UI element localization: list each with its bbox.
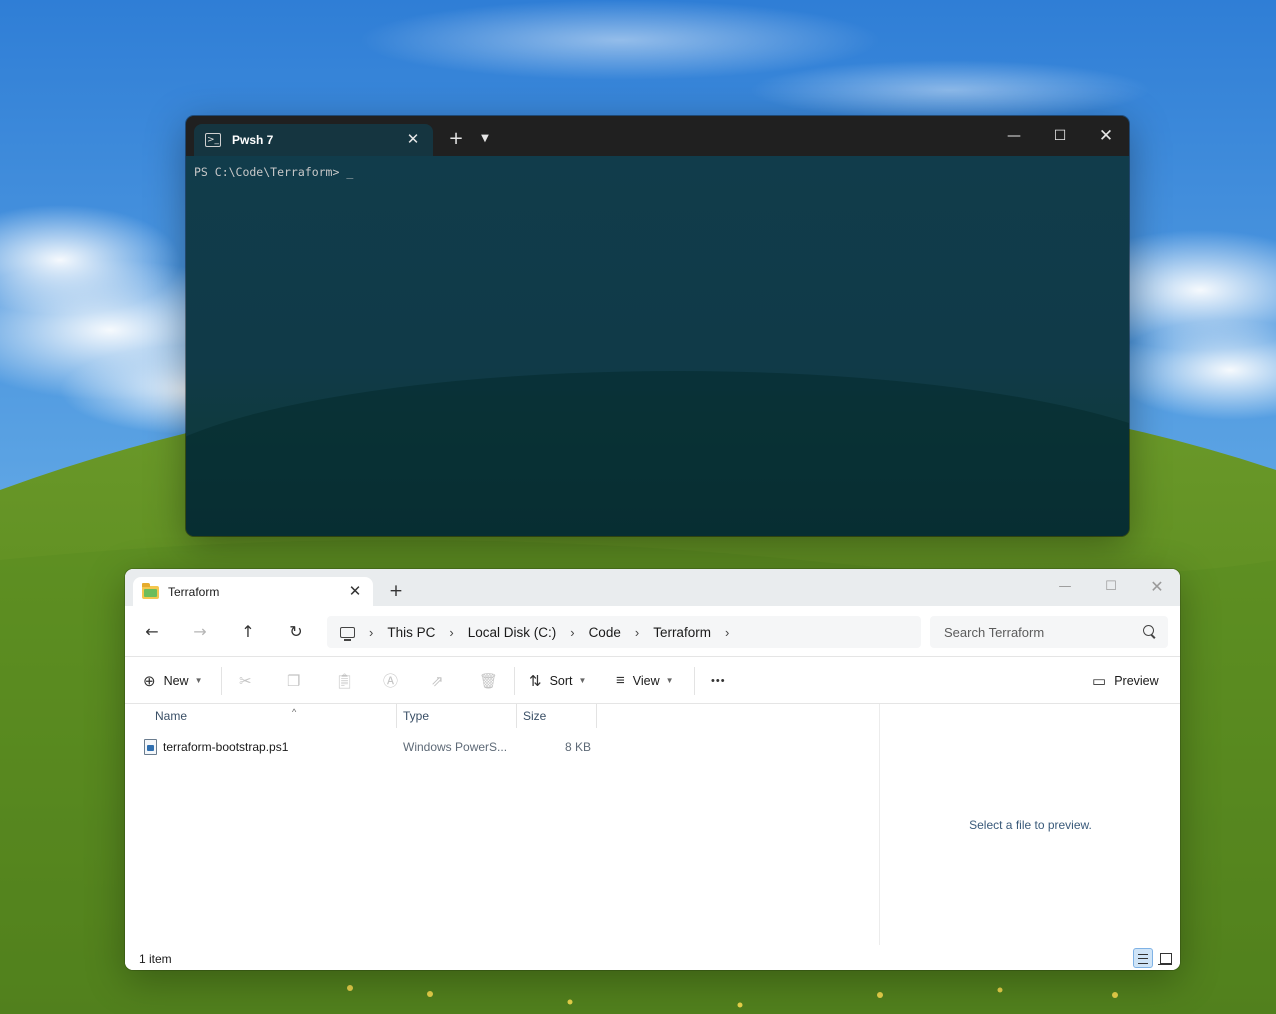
file-list-area[interactable]: Name ^ Type Size terraform-bootstrap.ps1… (125, 704, 1180, 945)
sort-ascending-icon: ^ (292, 707, 297, 717)
explorer-tab-title: Terraform (168, 585, 220, 599)
chevron-right-icon[interactable]: › (635, 625, 639, 640)
refresh-button[interactable]: ↻ (282, 618, 310, 646)
file-row[interactable]: terraform-bootstrap.ps1 Windows PowerS..… (139, 737, 599, 757)
column-type-label: Type (403, 709, 430, 723)
search-input[interactable]: Search Terraform (930, 616, 1168, 648)
preview-message: Select a file to preview. (969, 818, 1092, 832)
preview-button[interactable]: ▭ Preview (1092, 657, 1159, 704)
computer-icon[interactable] (340, 626, 355, 641)
terminal-window: >_ Pwsh 7 ✕ + ▼ — ☐ ✕ PS C:\Code\Terrafo… (186, 116, 1129, 536)
share-button[interactable]: ⇗ (431, 657, 444, 704)
preview-pane-icon: ▭ (1092, 672, 1107, 690)
terminal-tab-title: Pwsh 7 (232, 133, 274, 147)
new-label: New (163, 673, 189, 688)
breadcrumb-local-disk[interactable]: Local Disk (C:) (468, 625, 557, 640)
delete-button[interactable]: 🗑︎ (479, 657, 498, 704)
cut-button[interactable]: ✂ (239, 657, 252, 704)
more-icon: ••• (711, 674, 726, 687)
minimize-button[interactable]: — (994, 122, 1034, 150)
view-label: View (632, 673, 660, 688)
explorer-tab[interactable]: Terraform ✕ (133, 577, 373, 607)
chevron-down-icon: ▼ (578, 676, 587, 685)
copy-icon: ❐ (287, 672, 301, 690)
file-name: terraform-bootstrap.ps1 (163, 740, 289, 754)
plus-circle-icon: ⊕ (143, 672, 156, 690)
terminal-prompt: PS C:\Code\Terraform> _ (194, 165, 354, 179)
file-explorer-window: Terraform ✕ + — ☐ ✕ ← → ↑ ↻ › This PC › … (125, 569, 1180, 970)
chevron-right-icon[interactable]: › (449, 625, 453, 640)
chevron-down-icon[interactable]: ▼ (475, 128, 495, 150)
forward-button[interactable]: → (186, 618, 214, 646)
command-bar: ⊕ New ▼ ✂ ❐ 📋︎ Ⓐ ⇗ 🗑︎ ⇅ Sort ▼ ≡ View ▼ … (125, 656, 1180, 704)
share-icon: ⇗ (431, 672, 444, 690)
item-count: 1 item (139, 952, 172, 966)
view-button[interactable]: ≡ View ▼ (616, 657, 674, 704)
maximize-button[interactable]: ☐ (1040, 122, 1080, 150)
toolbar-divider (221, 667, 222, 695)
sort-label: Sort (549, 673, 573, 688)
new-tab-button[interactable]: + (385, 580, 407, 602)
explorer-titlebar[interactable]: Terraform ✕ + — ☐ ✕ (125, 569, 1180, 607)
folder-icon (142, 582, 159, 599)
breadcrumb[interactable]: › This PC › Local Disk (C:) › Code › Ter… (327, 616, 921, 648)
maximize-button[interactable]: ☐ (1091, 573, 1131, 601)
status-bar: 1 item (125, 945, 1180, 970)
paste-icon: 📋︎ (335, 672, 355, 690)
close-tab-icon[interactable]: ✕ (405, 131, 421, 147)
background-shade (186, 371, 1129, 536)
paste-button[interactable]: 📋︎ (335, 657, 354, 704)
back-button[interactable]: ← (138, 618, 166, 646)
breadcrumb-this-pc[interactable]: This PC (387, 625, 435, 640)
file-size: 8 KB (565, 740, 592, 754)
preview-pane: Select a file to preview. (879, 704, 1180, 945)
preview-label: Preview (1114, 673, 1159, 688)
minimize-button[interactable]: — (1045, 573, 1085, 601)
trash-icon: 🗑︎ (479, 672, 499, 690)
close-button[interactable]: ✕ (1137, 573, 1177, 601)
toolbar-divider (514, 667, 515, 695)
address-bar: ← → ↑ ↻ › This PC › Local Disk (C:) › Co… (125, 606, 1180, 656)
new-button[interactable]: ⊕ New ▼ (143, 657, 203, 704)
close-tab-icon[interactable]: ✕ (347, 583, 363, 599)
breadcrumb-terraform[interactable]: Terraform (653, 625, 711, 640)
close-button[interactable]: ✕ (1086, 122, 1126, 150)
terminal-console[interactable]: PS C:\Code\Terraform> _ (186, 156, 1129, 536)
chevron-down-icon: ▼ (665, 676, 674, 685)
details-view-icon[interactable] (1133, 948, 1153, 968)
terminal-titlebar[interactable]: >_ Pwsh 7 ✕ + ▼ — ☐ ✕ (186, 116, 1129, 156)
copy-button[interactable]: ❐ (287, 657, 300, 704)
tiles-view-icon[interactable] (1155, 948, 1175, 968)
breadcrumb-code[interactable]: Code (589, 625, 621, 640)
cut-icon: ✂ (239, 672, 252, 690)
search-placeholder: Search Terraform (944, 624, 1045, 640)
column-header-type[interactable]: Type (397, 704, 517, 728)
new-tab-button[interactable]: + (445, 128, 467, 150)
powershell-icon: >_ (205, 133, 221, 147)
chevron-right-icon[interactable]: › (570, 625, 574, 640)
file-type: Windows PowerS... (403, 740, 508, 754)
chevron-down-icon: ▼ (194, 676, 203, 685)
sort-button[interactable]: ⇅ Sort ▼ (529, 657, 586, 704)
chevron-right-icon[interactable]: › (369, 625, 373, 640)
view-list-icon: ≡ (616, 672, 625, 689)
up-button[interactable]: ↑ (234, 618, 262, 646)
toolbar-divider (694, 667, 695, 695)
rename-icon: Ⓐ (383, 673, 399, 690)
terminal-tab[interactable]: >_ Pwsh 7 ✕ (194, 124, 433, 156)
column-name-label: Name (155, 709, 188, 723)
search-icon (1143, 625, 1154, 636)
column-header-name[interactable]: Name ^ (149, 704, 397, 728)
rename-button[interactable]: Ⓐ (383, 657, 398, 704)
more-options-button[interactable]: ••• (711, 657, 726, 704)
chevron-right-icon[interactable]: › (725, 625, 729, 640)
column-header-size[interactable]: Size (517, 704, 597, 728)
powershell-script-icon (144, 739, 157, 755)
column-size-label: Size (523, 709, 547, 723)
sort-icon: ⇅ (529, 672, 542, 690)
